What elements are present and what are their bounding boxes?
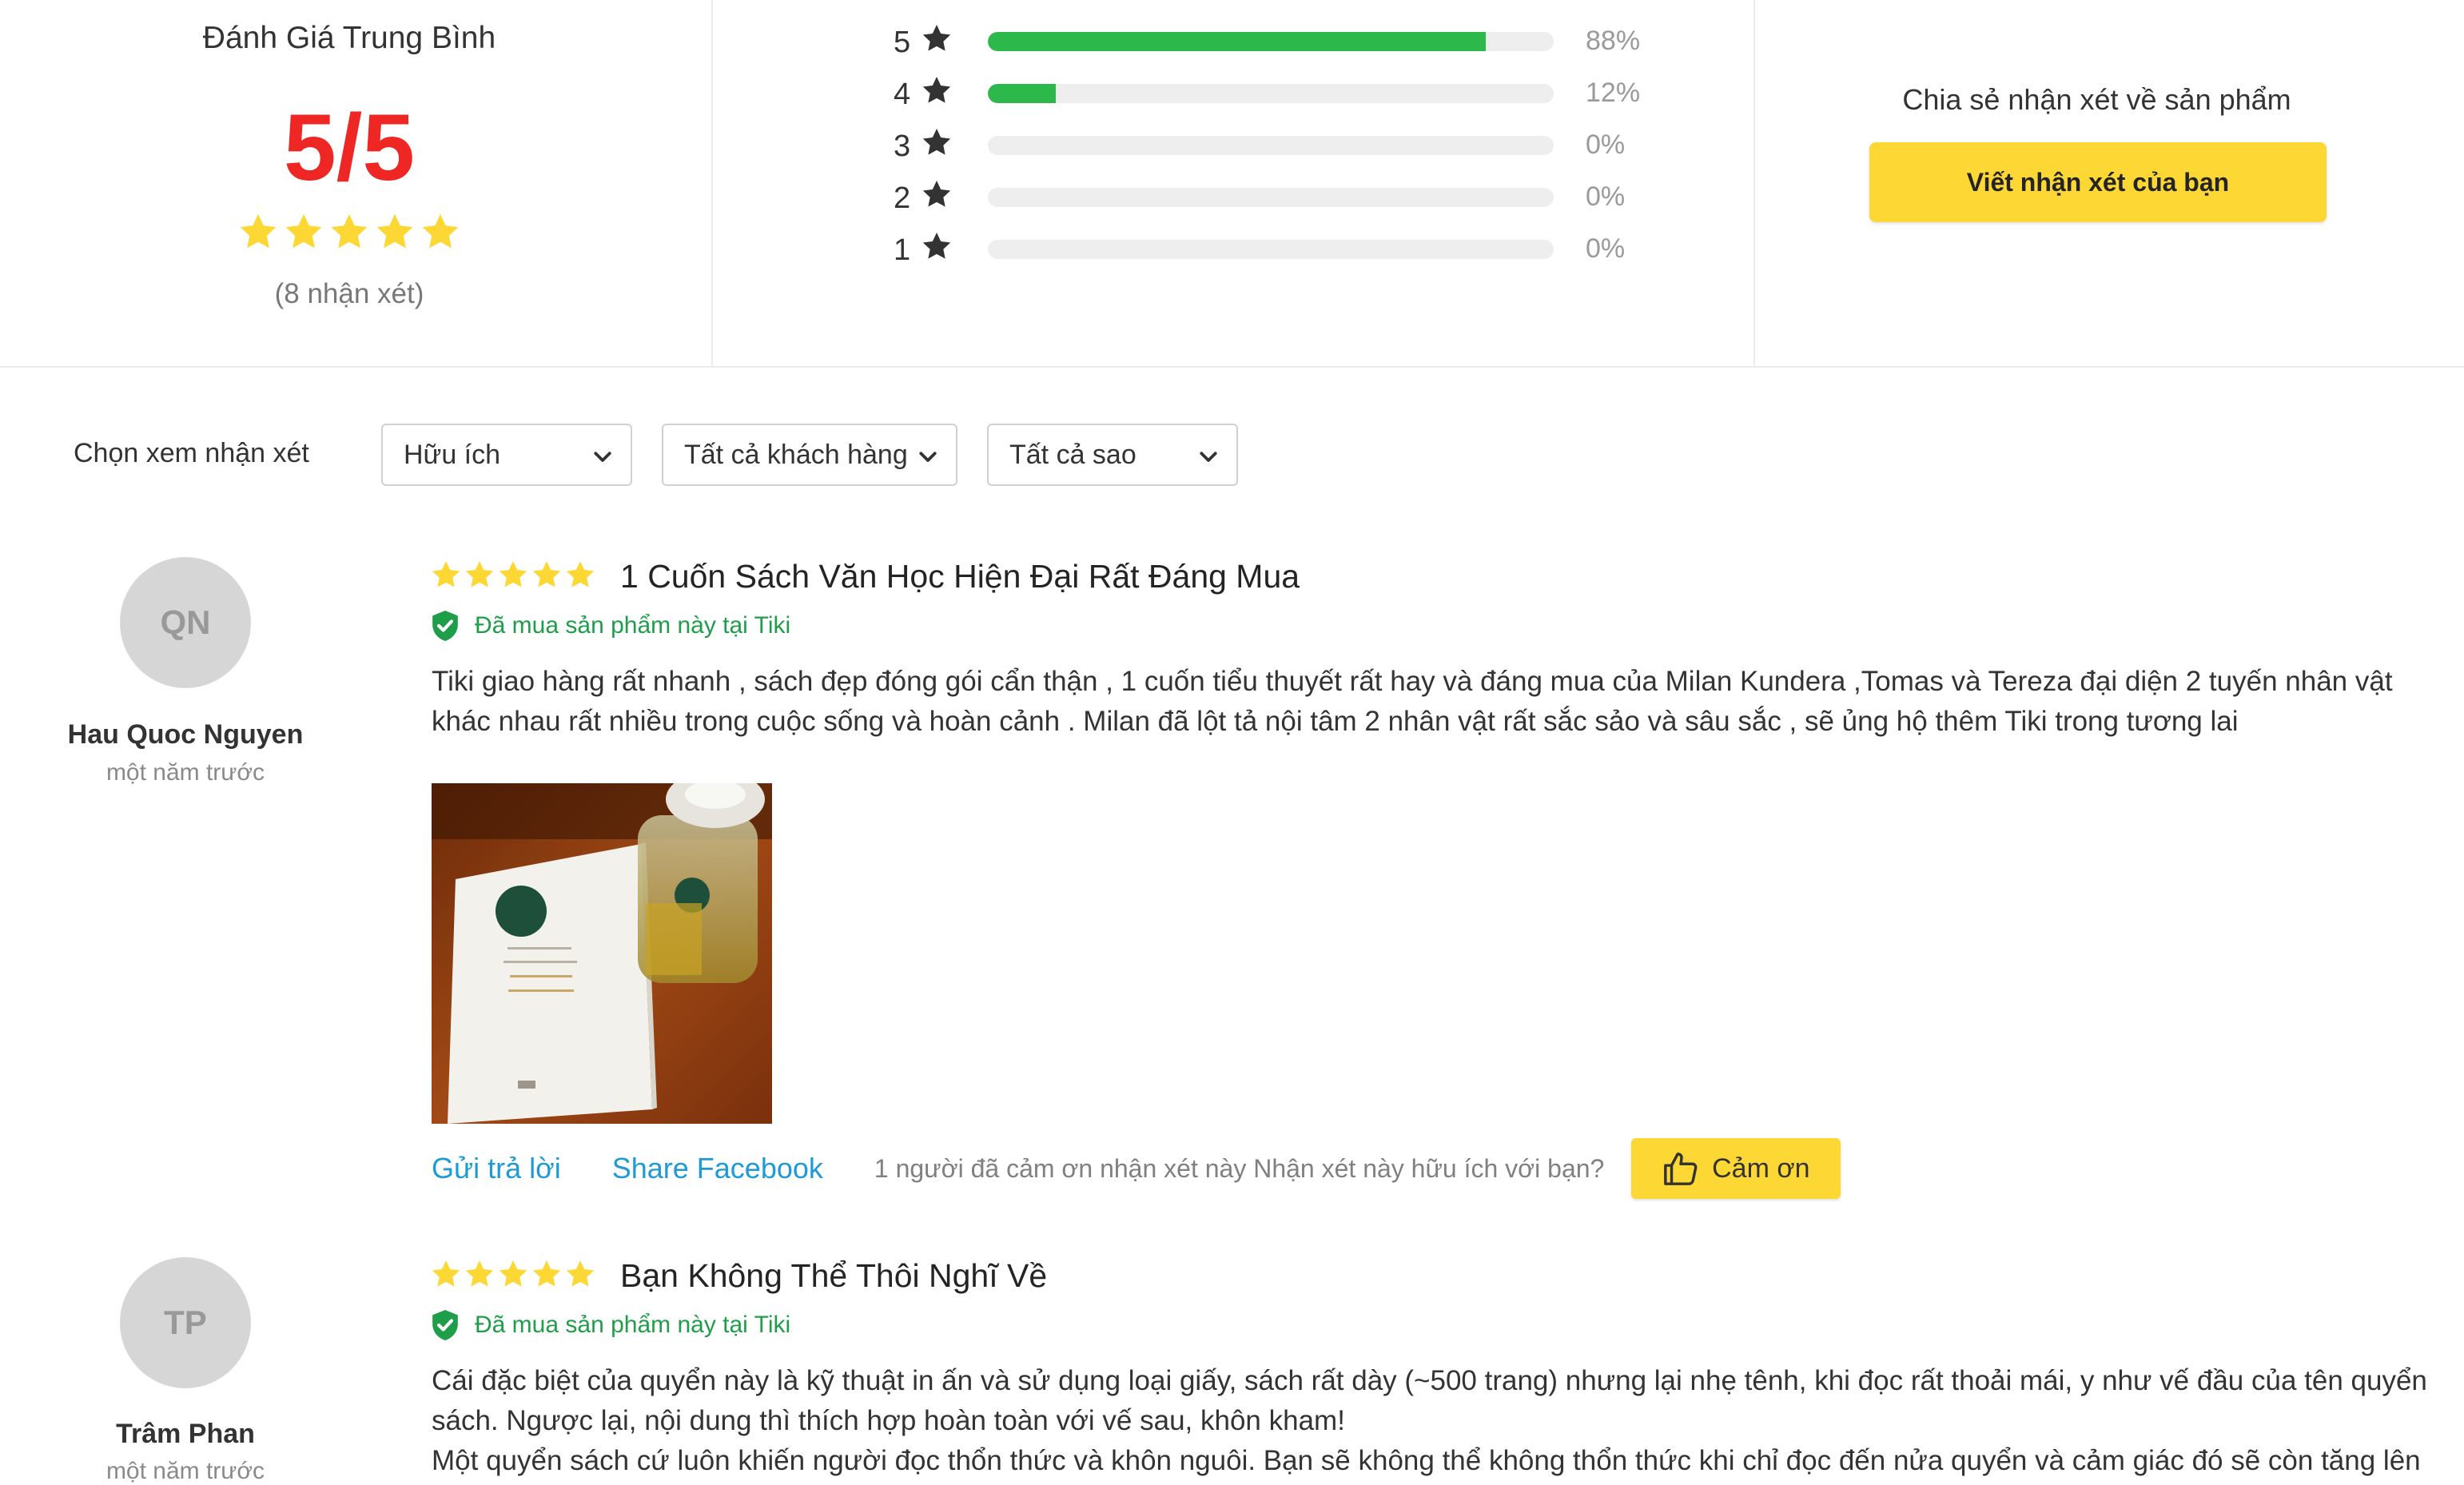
rating-distribution: 5 88% 4 12% 3 0% 2 0% 1 0%: [713, 0, 1755, 366]
average-rating-value: 5/5: [283, 95, 416, 201]
star-icon: [532, 561, 561, 587]
review-time: một năm trước: [105, 1458, 265, 1484]
star-icon: [566, 561, 595, 587]
star-icon: [922, 77, 951, 103]
star-icon: [922, 181, 951, 207]
chevron-down-icon: [919, 452, 937, 462]
share-review-panel: Chia sẻ nhận xét về sản phẩm Viết nhận x…: [1755, 0, 2464, 366]
star-icon: [240, 213, 277, 249]
distribution-bar: [988, 240, 1554, 259]
star-icon: [922, 129, 951, 155]
distribution-star-value: 1: [894, 233, 911, 267]
star-filter-select[interactable]: Tất cả sao: [987, 424, 1238, 486]
distribution-star-value: 2: [894, 181, 911, 215]
shield-check-icon: [432, 1310, 458, 1340]
distribution-bar-fill: [988, 84, 1056, 103]
star-icon: [566, 1260, 595, 1287]
distribution-percent: 0%: [1586, 129, 1626, 160]
average-rating-panel: Đánh Giá Trung Bình 5/5 (8 nhận xét): [0, 0, 713, 366]
star-icon: [465, 561, 494, 587]
customer-filter-select[interactable]: Tất cả khách hàng: [662, 424, 957, 486]
star-icon: [376, 213, 413, 249]
review-stars: [430, 559, 596, 591]
reply-link[interactable]: Gửi trả lời: [432, 1152, 561, 1185]
distribution-percent: 0%: [1586, 181, 1626, 212]
book-photo-image: [432, 783, 772, 1124]
customer-filter-value: Tất cả khách hàng: [684, 439, 908, 470]
rating-summary: Đánh Giá Trung Bình 5/5 (8 nhận xét) 5 88…: [0, 0, 2464, 368]
review-time: một năm trước: [105, 759, 265, 786]
review-paragraph: Cái đặc biệt của quyển này là kỹ thuật i…: [432, 1365, 2427, 1436]
shield-check-icon: [432, 611, 458, 641]
star-icon: [422, 213, 459, 249]
review-paragraph: Một quyển sách cứ luôn khiến người đọc t…: [432, 1445, 2421, 1476]
verified-purchase-text: Đã mua sản phẩm này tại Tiki: [475, 612, 791, 639]
star-icon: [285, 213, 322, 249]
review-content: Cái đặc biệt của quyển này là kỹ thuật i…: [432, 1361, 2430, 1481]
distribution-row: 5 88%: [894, 21, 1640, 61]
distribution-star-value: 3: [894, 129, 911, 163]
star-icon: [331, 213, 368, 249]
verified-purchase-badge: Đã mua sản phẩm này tại Tiki: [430, 1308, 790, 1342]
review-title: 1 Cuốn Sách Văn Học Hiện Đại Rất Đáng Mu…: [620, 558, 1300, 595]
distribution-star-value: 5: [894, 26, 911, 59]
distribution-row: 3 0%: [894, 125, 1625, 165]
review-title: Bạn Không Thể Thôi Nghĩ Về: [620, 1257, 1048, 1294]
thank-you-label: Cảm ơn: [1712, 1153, 1810, 1184]
distribution-row: 1 0%: [894, 229, 1625, 269]
review-stars: [430, 1258, 596, 1290]
filter-label: Chọn xem nhận xét: [74, 438, 309, 468]
star-icon: [432, 1260, 460, 1287]
review-count: (8 nhận xét): [274, 278, 424, 309]
distribution-bar: [988, 32, 1554, 51]
star-icon: [432, 561, 460, 587]
average-rating-stars: [0, 211, 699, 259]
star-icon: [532, 1260, 561, 1287]
thumbs-up-icon: [1664, 1153, 1698, 1185]
distribution-percent: 88%: [1586, 26, 1641, 56]
star-filter-value: Tất cả sao: [1009, 439, 1136, 470]
distribution-star-value: 4: [894, 78, 911, 111]
distribution-bar: [988, 136, 1554, 155]
share-facebook-link[interactable]: Share Facebook: [612, 1152, 823, 1185]
star-icon: [922, 25, 951, 51]
distribution-row: 2 0%: [894, 177, 1625, 217]
avatar: TP: [120, 1257, 251, 1388]
average-rating-title: Đánh Giá Trung Bình: [202, 21, 496, 55]
review-photo[interactable]: [432, 783, 772, 1124]
star-icon: [499, 1260, 527, 1287]
verified-purchase-text: Đã mua sản phẩm này tại Tiki: [475, 1312, 791, 1338]
verified-purchase-badge: Đã mua sản phẩm này tại Tiki: [430, 609, 790, 643]
star-icon: [465, 1260, 494, 1287]
star-icon: [922, 233, 951, 259]
review-actions: Gửi trả lời Share Facebook 1 người đã cả…: [432, 1138, 1841, 1199]
chevron-down-icon: [1200, 452, 1217, 462]
sort-select[interactable]: Hữu ích: [381, 424, 632, 486]
distribution-row: 4 12%: [894, 73, 1640, 113]
star-icon: [499, 561, 527, 587]
distribution-bar-fill: [988, 32, 1487, 51]
distribution-bar: [988, 188, 1554, 207]
review-content: Tiki giao hàng rất nhanh , sách đẹp đóng…: [432, 666, 2393, 737]
avatar: QN: [120, 557, 251, 688]
share-review-title: Chia sẻ nhận xét về sản phẩm: [1902, 83, 2291, 116]
thank-you-button[interactable]: Cảm ơn: [1631, 1138, 1841, 1199]
distribution-bar: [988, 84, 1554, 103]
sort-select-value: Hữu ích: [404, 439, 501, 470]
reviewer-name: Hau Quoc Nguyen: [67, 719, 304, 750]
chevron-down-icon: [594, 452, 611, 462]
reviewer-name: Trâm Phan: [116, 1419, 255, 1449]
write-review-button[interactable]: Viết nhận xét của bạn: [1869, 142, 2327, 222]
distribution-percent: 0%: [1586, 233, 1626, 264]
helpful-count-text: 1 người đã cảm ơn nhận xét này Nhận xét …: [874, 1153, 1605, 1183]
distribution-percent: 12%: [1586, 78, 1641, 108]
